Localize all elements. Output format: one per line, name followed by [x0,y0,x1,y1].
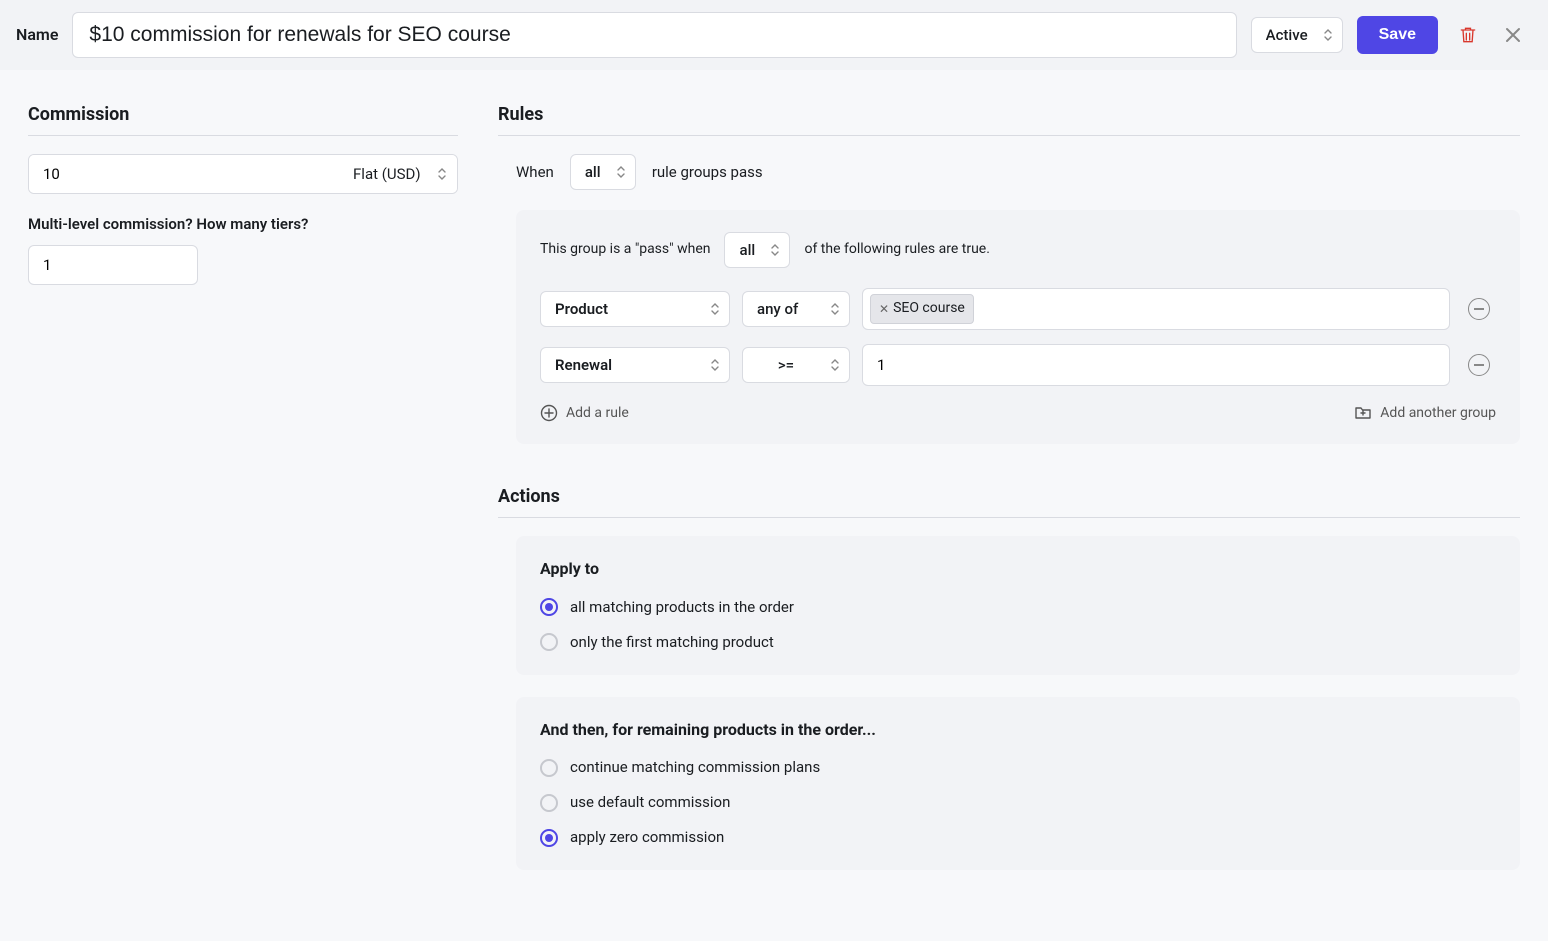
radio-label: use default commission [570,792,730,813]
name-input[interactable] [72,12,1236,58]
minus-circle-icon [1468,298,1490,320]
add-group-label: Add another group [1380,405,1496,421]
rule-group: This group is a "pass" when all of the f… [516,210,1520,444]
add-rule-label: Add a rule [566,405,629,421]
add-group-button[interactable]: Add another group [1354,404,1496,422]
apply-option-all[interactable]: all matching products in the order [540,597,1496,618]
trash-icon [1458,25,1478,45]
rule-operator-select[interactable]: any of [742,291,850,327]
tag-remove-icon[interactable]: ✕ [879,301,889,318]
rule-value-input[interactable] [862,344,1450,386]
save-button[interactable]: Save [1357,16,1438,54]
apply-to-box: Apply to all matching products in the or… [516,536,1520,674]
status-select[interactable]: Active [1251,17,1343,53]
radio-label: all matching products in the order [570,597,794,618]
rule-operator-select[interactable]: >= [742,347,850,383]
delete-button[interactable] [1452,19,1484,51]
radio-icon [540,598,558,616]
name-label: Name [16,24,58,46]
plus-circle-icon [540,404,558,422]
apply-option-first[interactable]: only the first matching product [540,632,1496,653]
add-rule-button[interactable]: Add a rule [540,404,629,422]
group-prefix: This group is a "pass" when [540,240,710,260]
tag[interactable]: ✕ SEO course [870,294,974,324]
commission-title: Commission [28,102,458,136]
radio-label: continue matching commission plans [570,757,820,778]
when-suffix: rule groups pass [652,162,763,183]
add-folder-icon [1354,404,1372,422]
radio-label: apply zero commission [570,827,724,848]
then-option-zero[interactable]: apply zero commission [540,827,1496,848]
tag-label: SEO course [893,299,965,319]
tiers-label: Multi-level commission? How many tiers? [28,214,458,235]
commission-type-select[interactable]: Flat (USD) [339,155,457,193]
rule-field-select[interactable]: Renewal [540,347,730,383]
when-prefix: When [516,162,554,183]
radio-icon [540,759,558,777]
minus-circle-icon [1468,354,1490,376]
then-box: And then, for remaining products in the … [516,697,1520,870]
group-suffix: of the following rules are true. [804,240,989,260]
radio-label: only the first matching product [570,632,774,653]
actions-title: Actions [498,484,1520,518]
remove-rule-button[interactable] [1462,348,1496,382]
commission-amount-input[interactable] [29,155,339,193]
radio-icon [540,633,558,651]
close-icon [1504,26,1522,44]
apply-to-heading: Apply to [540,558,1496,580]
rule-field-select[interactable]: Product [540,291,730,327]
when-mode-select[interactable]: all [570,154,636,190]
rules-title: Rules [498,102,1520,136]
radio-icon [540,829,558,847]
rule-row: Renewal >= [540,344,1496,386]
then-option-default[interactable]: use default commission [540,792,1496,813]
then-option-continue[interactable]: continue matching commission plans [540,757,1496,778]
remove-rule-button[interactable] [1462,292,1496,326]
radio-icon [540,794,558,812]
rule-row: Product any of ✕ SEO course [540,288,1496,330]
rule-value-tags[interactable]: ✕ SEO course [862,288,1450,330]
close-button[interactable] [1498,20,1528,50]
group-mode-select[interactable]: all [724,232,790,268]
then-heading: And then, for remaining products in the … [540,719,1496,741]
tiers-input[interactable] [28,245,198,285]
